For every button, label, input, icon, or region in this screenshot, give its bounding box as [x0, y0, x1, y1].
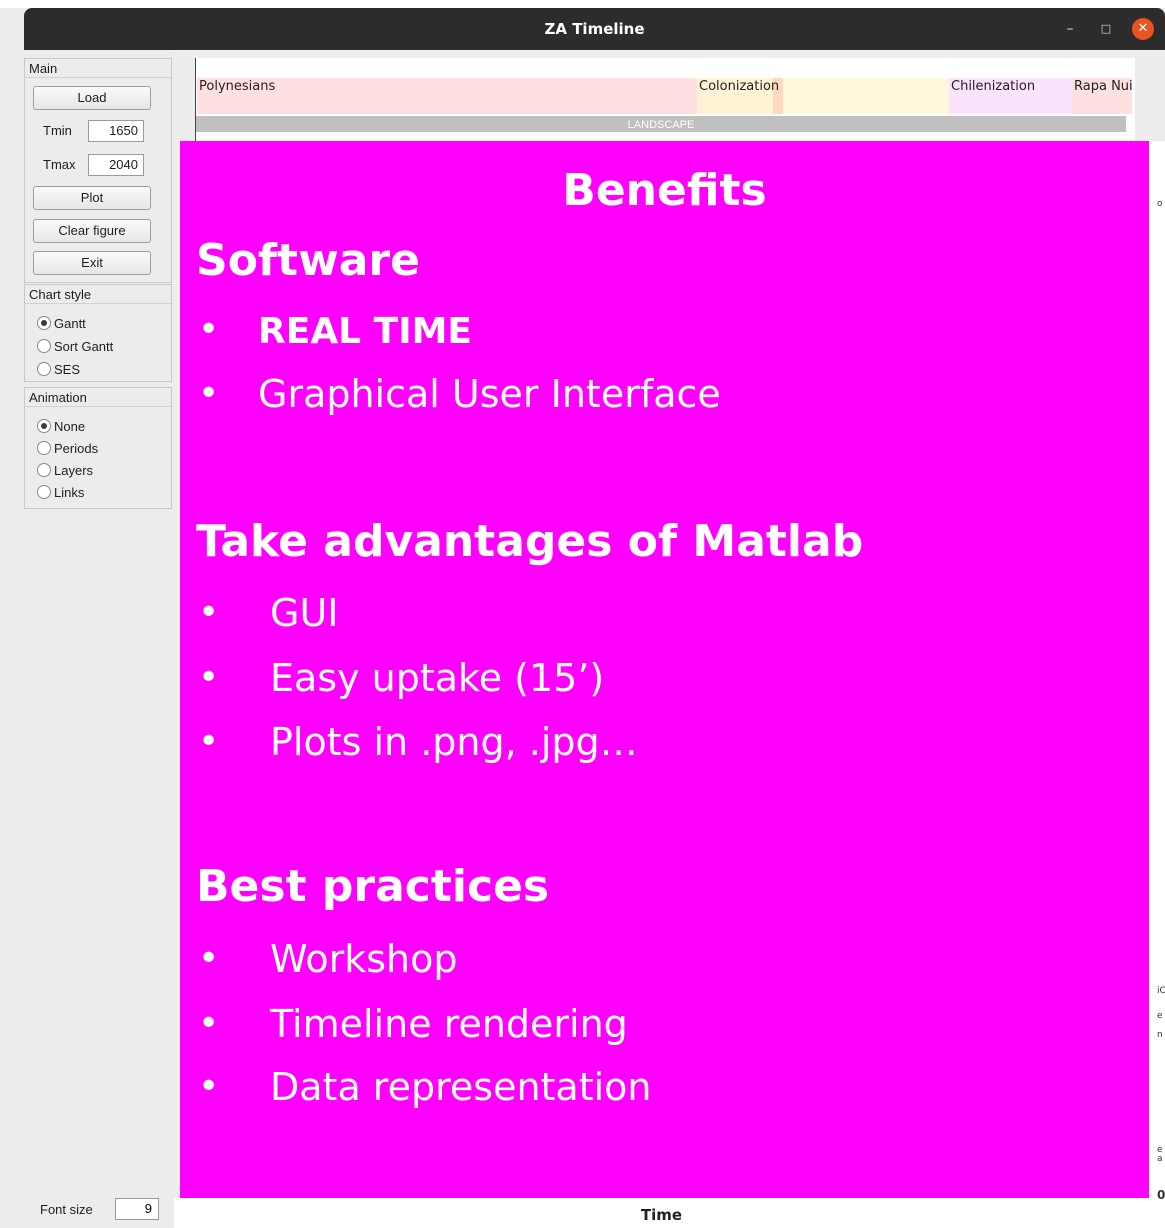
- bullet-icon: •: [198, 721, 220, 762]
- period-band-interim: [783, 78, 949, 114]
- axis-footer: Time: [174, 1198, 1149, 1228]
- tmax-input[interactable]: 2040: [88, 154, 144, 176]
- section-matlab: Take advantages of Matlab: [196, 516, 864, 567]
- bullet-icon: •: [198, 1066, 220, 1107]
- benefits-slide: Benefits Software • REAL TIME • Graphica…: [180, 141, 1149, 1198]
- main-panel: Main Load Tmin 1650 Tmax 2040 Plot Clear…: [24, 58, 172, 283]
- radio-label: Sort Gantt: [54, 339, 114, 354]
- radio-layers[interactable]: Layers: [37, 461, 93, 481]
- timeline-axes[interactable]: Polynesians Colonization Chilenization R…: [195, 58, 1135, 142]
- window-title: ZA Timeline: [544, 20, 645, 38]
- bullet-icon: •: [198, 657, 220, 698]
- x-axis-label: Time: [640, 1206, 683, 1224]
- main-panel-title: Main: [25, 59, 171, 78]
- bullet-icon: •: [198, 592, 220, 633]
- radio-label: None: [54, 419, 86, 434]
- clipped-text: n: [1157, 1030, 1163, 1040]
- right-strip: o iC e n e a 0: [1149, 141, 1165, 1228]
- radio-icon: [37, 463, 51, 477]
- radio-selected-icon: [37, 419, 51, 433]
- period-label: Rapa Nui: [1074, 79, 1133, 94]
- bullet-item: Graphical User Interface: [258, 372, 721, 416]
- radio-label: Layers: [54, 463, 94, 478]
- radio-label: Gantt: [54, 316, 86, 331]
- animation-title: Animation: [25, 388, 171, 407]
- radio-selected-icon: [37, 316, 51, 330]
- exit-button[interactable]: Exit: [33, 251, 151, 275]
- radio-icon: [37, 339, 51, 353]
- bullet-icon: •: [198, 309, 220, 350]
- radio-gantt[interactable]: Gantt: [37, 314, 86, 334]
- bullet-item: Timeline rendering: [270, 1002, 628, 1046]
- bullet-item: Easy uptake (15’): [270, 656, 605, 700]
- period-label: Polynesians: [199, 79, 276, 94]
- bullet-icon: •: [198, 938, 220, 979]
- radio-label: SES: [54, 362, 81, 377]
- radio-none[interactable]: None: [37, 417, 85, 437]
- tmax-label: Tmax: [43, 157, 76, 172]
- chart-style-panel: Chart style Gantt Sort Gantt SES: [24, 284, 172, 382]
- radio-icon: [37, 485, 51, 499]
- layer-bar-landscape: LANDSCAPE: [196, 116, 1126, 132]
- bullet-item: GUI: [270, 591, 339, 635]
- bullet-item: Workshop: [270, 937, 458, 981]
- radio-links[interactable]: Links: [37, 483, 84, 503]
- bullet-item: REAL TIME: [258, 311, 473, 352]
- animation-panel: Animation None Periods Layers Links: [24, 387, 172, 509]
- bullet-icon: •: [198, 1003, 220, 1044]
- plot-button[interactable]: Plot: [33, 186, 151, 210]
- clipped-text: iC: [1157, 986, 1165, 996]
- titlebar: ZA Timeline – □ ✕: [24, 8, 1165, 50]
- radio-periods[interactable]: Periods: [37, 439, 98, 459]
- radio-icon: [37, 362, 51, 376]
- clipped-text: o: [1157, 199, 1163, 209]
- slide-title: Benefits: [562, 165, 767, 216]
- bullet-icon: •: [198, 373, 220, 414]
- clipped-text: a: [1157, 1154, 1163, 1164]
- bullet-item: Data representation: [270, 1065, 652, 1109]
- clipped-text: 0: [1157, 1188, 1165, 1202]
- radio-sort-gantt[interactable]: Sort Gantt: [37, 337, 113, 357]
- radio-ses[interactable]: SES: [37, 360, 80, 380]
- tmin-input[interactable]: 1650: [88, 120, 144, 142]
- close-icon[interactable]: ✕: [1132, 18, 1154, 40]
- radio-label: Periods: [54, 441, 99, 456]
- period-label: Colonization: [699, 79, 780, 94]
- chart-style-title: Chart style: [25, 285, 171, 304]
- radio-icon: [37, 441, 51, 455]
- section-software: Software: [196, 235, 420, 286]
- section-best-practices: Best practices: [196, 861, 550, 912]
- clear-figure-button[interactable]: Clear figure: [33, 219, 151, 243]
- minimize-icon[interactable]: –: [1060, 19, 1080, 39]
- bullet-item: Plots in .png, .jpg…: [270, 720, 638, 764]
- radio-label: Links: [54, 485, 85, 500]
- clipped-text: e: [1157, 1011, 1163, 1021]
- maximize-icon[interactable]: □: [1096, 19, 1116, 39]
- font-size-label: Font size: [40, 1202, 93, 1217]
- load-button[interactable]: Load: [33, 86, 151, 110]
- tmin-label: Tmin: [43, 123, 72, 138]
- app-window: ZA Timeline – □ ✕ Main Load Tmin 1650 Tm…: [0, 0, 1165, 1228]
- font-size-input[interactable]: 9: [115, 1198, 159, 1220]
- top-strip: [0, 0, 1165, 8]
- period-label: Chilenization: [951, 79, 1036, 94]
